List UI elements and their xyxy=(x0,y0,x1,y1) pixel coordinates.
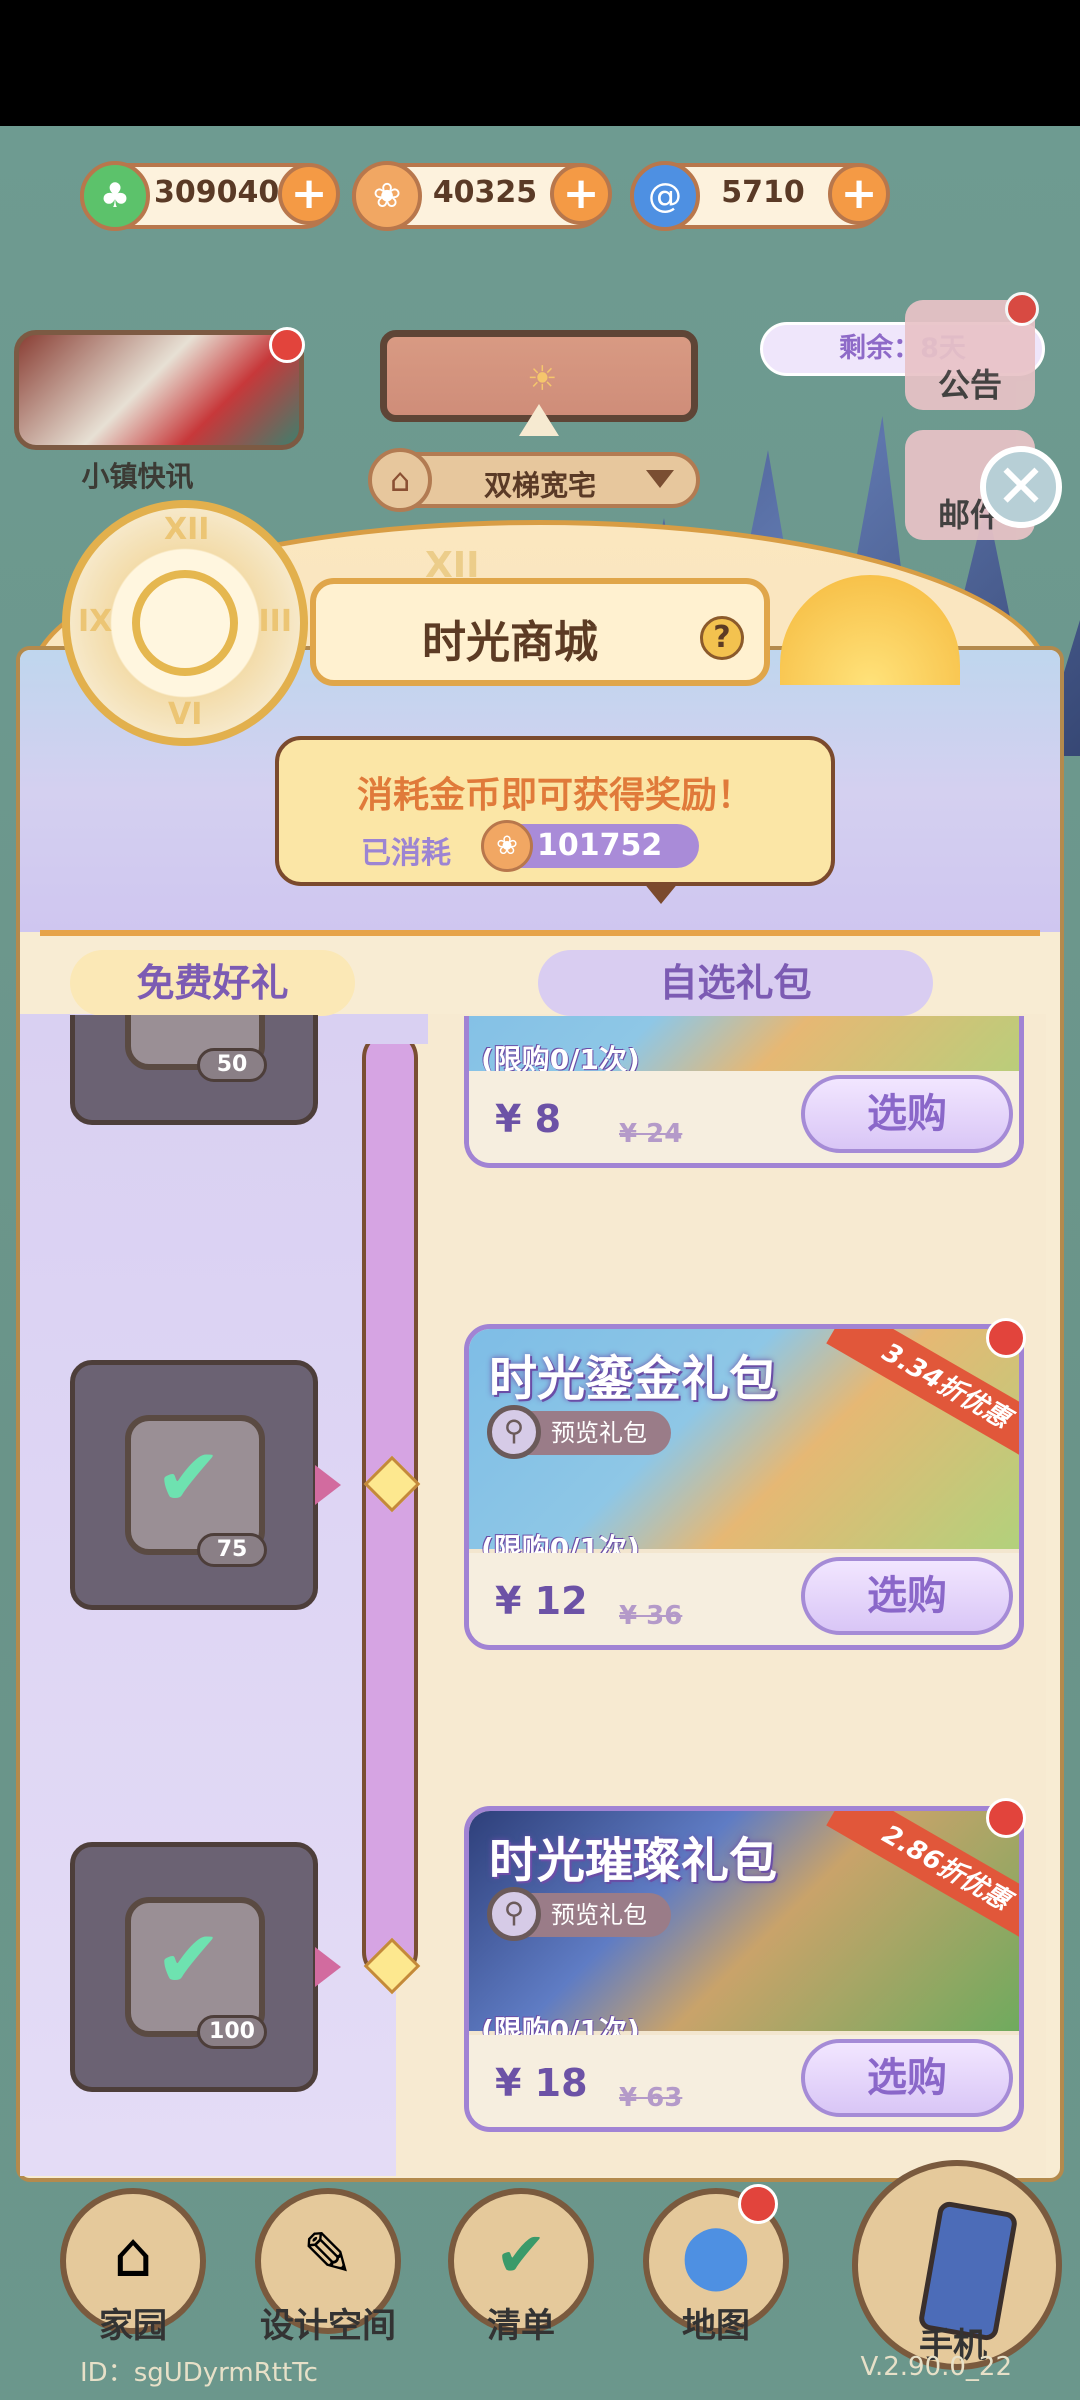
shop-title-plate: 时光商城 ? xyxy=(310,578,770,686)
shop-title: 时光商城 xyxy=(422,617,598,668)
clock-numeral: IX xyxy=(78,604,113,639)
version-label: V.2.90.0_22 xyxy=(860,2352,1012,2382)
nav-checklist-label: 清单 xyxy=(487,2306,555,2346)
announcement-label: 公告 xyxy=(937,366,1002,404)
buy-button[interactable]: 选购 xyxy=(801,1557,1013,1635)
notification-dot xyxy=(986,1798,1026,1838)
gift-pack-card: 时光璀璨礼包 ⚲ 预览礼包 (限购0/1次) 2.86折优惠 ¥ 18 ¥ 63… xyxy=(464,1806,1024,2132)
clover-currency: ♣ 309040 + xyxy=(80,161,340,231)
town-news-button[interactable] xyxy=(14,327,305,450)
spend-notice: 消耗金币即可获得奖励！ 已消耗 ❀ 101752 xyxy=(275,736,835,904)
preview-label: 预览礼包 xyxy=(551,1419,647,1447)
track-top-cover xyxy=(352,1014,428,1044)
reward-count: 75 xyxy=(197,1533,267,1567)
notification-dot xyxy=(269,327,305,363)
buy-button[interactable]: 选购 xyxy=(801,2039,1013,2117)
expand-arrow-icon[interactable] xyxy=(519,404,559,436)
reward-slot: ✔ 75 xyxy=(125,1415,267,1567)
nav-design-label: 设计空间 xyxy=(260,2306,396,2346)
tab-custom-packs[interactable]: 自选礼包 xyxy=(538,950,933,1016)
checkmark-icon: ✔ xyxy=(155,1913,223,2006)
magnifier-icon: ⚲ xyxy=(487,1405,541,1459)
preview-button[interactable]: ⚲ 预览礼包 xyxy=(487,1405,671,1459)
nav-map-label: 地图 xyxy=(682,2306,750,2346)
clock-numeral: VI xyxy=(168,697,203,732)
reward-item[interactable]: ✔ 75 xyxy=(70,1360,341,1610)
notification-dot xyxy=(986,1318,1026,1358)
buy-button[interactable]: 选购 xyxy=(801,1075,1013,1153)
add-coin-button[interactable]: + xyxy=(550,163,612,225)
notification-dot xyxy=(1005,292,1039,326)
add-clover-button[interactable]: + xyxy=(278,163,340,225)
add-swirl-button[interactable]: + xyxy=(828,163,890,225)
swirl-currency: @ 5710 + xyxy=(630,161,890,231)
player-id: ID：sgUDyrmRttTc xyxy=(80,2358,318,2388)
design-icon: ✎ xyxy=(302,2218,354,2291)
panel-divider xyxy=(40,930,1040,936)
checkmark-icon: ✔ xyxy=(155,1431,223,1524)
spent-value: 101752 xyxy=(537,828,663,863)
coin-value: 40325 xyxy=(432,175,538,210)
gift-pack-card: (限购0/1次) ¥ 8 ¥ 24 选购 xyxy=(464,1016,1024,1168)
sun-icon: ☀ xyxy=(527,359,558,399)
house-icon: ⌂ xyxy=(368,448,432,512)
price: ¥ 18 xyxy=(495,2061,588,2105)
tab-free-gifts[interactable]: 免费好礼 xyxy=(70,950,355,1016)
announcement-button[interactable]: 公告 xyxy=(905,292,1039,410)
clover-value: 309040 xyxy=(154,175,280,210)
coin-currency: ❀ 40325 + xyxy=(352,161,612,231)
speech-tail xyxy=(643,882,679,904)
gift-pack-title: 时光鎏金礼包 xyxy=(489,1351,778,1407)
clover-icon: ♣ xyxy=(80,161,150,231)
reward-item[interactable]: ✔ 100 xyxy=(70,1842,341,2092)
clock-numeral: XII xyxy=(164,512,210,547)
reward-count: 100 xyxy=(197,2015,267,2049)
coin-icon: ❀ xyxy=(481,820,533,872)
spent-label: 已消耗 xyxy=(361,836,451,871)
swirl-value: 5710 xyxy=(721,175,805,210)
original-price: ¥ 24 xyxy=(619,1119,683,1149)
notice-text: 消耗金币即可获得奖励！ xyxy=(356,775,753,816)
reward-slot: ✔ 100 xyxy=(125,1897,267,2049)
help-icon[interactable]: ? xyxy=(700,616,744,660)
town-news-label: 小镇快讯 xyxy=(81,460,194,493)
magnifier-icon: ⚲ xyxy=(487,1887,541,1941)
chevron-down-icon xyxy=(646,470,674,488)
clock-inner-ring xyxy=(132,570,238,676)
arrow-right-icon xyxy=(315,1947,341,1987)
house-selector[interactable]: ⌂ 双梯宽宅 xyxy=(368,448,700,512)
preview-button[interactable]: ⚲ 预览礼包 xyxy=(487,1887,671,1941)
nav-home-label: 家园 xyxy=(99,2306,167,2346)
price: ¥ 8 xyxy=(495,1097,562,1141)
notification-dot xyxy=(738,2184,778,2224)
coin-icon: ❀ xyxy=(352,161,422,231)
checklist-icon: ✔ xyxy=(495,2218,547,2291)
gift-pack-card: 时光鎏金礼包 ⚲ 预览礼包 (限购0/1次) 3.34折优惠 ¥ 12 ¥ 36… xyxy=(464,1324,1024,1650)
close-button[interactable]: ✕ xyxy=(980,446,1062,528)
map-pin-icon: ⬤ xyxy=(681,2218,751,2291)
arrow-right-icon xyxy=(315,1465,341,1505)
gift-pack-title: 时光璀璨礼包 xyxy=(489,1833,778,1889)
clock-numeral: III xyxy=(258,604,293,639)
clock-icon: XII IX III VI xyxy=(62,500,308,746)
price: ¥ 12 xyxy=(495,1579,588,1623)
home-icon: ⌂ xyxy=(113,2218,153,2291)
status-bar xyxy=(0,0,1080,126)
reward-count: 50 xyxy=(197,1048,267,1082)
swirl-icon: @ xyxy=(630,161,700,231)
original-price: ¥ 36 xyxy=(619,1601,683,1631)
preview-label: 预览礼包 xyxy=(551,1901,647,1929)
house-name: 双梯宽宅 xyxy=(483,469,596,502)
original-price: ¥ 63 xyxy=(619,2083,683,2113)
